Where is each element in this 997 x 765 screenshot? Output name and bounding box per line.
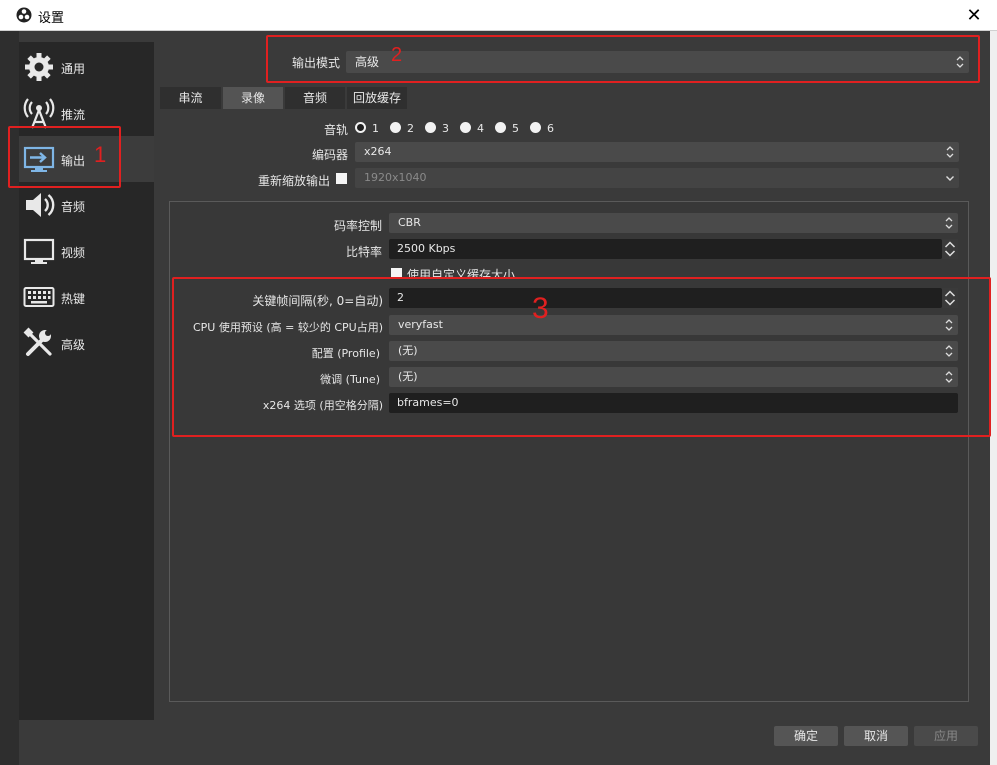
chevron-updown-icon — [942, 369, 956, 385]
tune-select[interactable]: (无) — [389, 367, 958, 387]
gear-icon — [25, 53, 53, 81]
encoder-select[interactable]: x264 — [355, 142, 959, 162]
sidebar-item-label: 热键 — [61, 292, 86, 306]
spin-arrows-icon — [944, 290, 956, 306]
tab-audio[interactable]: 音频 — [285, 87, 345, 109]
bitrate-label: 比特率 — [345, 245, 382, 259]
title-bar: 设置 ✕ — [0, 0, 997, 31]
track-label-3: 3 — [442, 122, 449, 135]
rate-control-label: 码率控制 — [333, 219, 382, 233]
monitor-icon — [23, 238, 55, 264]
output-mode-select[interactable]: 高级 — [346, 51, 969, 73]
track-radio-3[interactable] — [425, 122, 436, 133]
rescale-output-label: 重新缩放输出 — [257, 174, 330, 188]
rescale-resolution-value: 1920x1040 — [364, 171, 427, 184]
sidebar-item-label: 视频 — [61, 246, 86, 260]
track-radio-5[interactable] — [495, 122, 506, 133]
tab-replay-buffer[interactable]: 回放缓存 — [347, 87, 407, 109]
keyframe-interval-spinner[interactable] — [942, 288, 958, 308]
tune-label: 微调 (Tune) — [320, 373, 380, 386]
antenna-icon — [23, 98, 55, 129]
output-mode-label: 输出模式 — [291, 56, 340, 70]
sidebar-item-advanced[interactable]: 高级 — [19, 320, 154, 366]
tab-streaming[interactable]: 串流 — [160, 87, 221, 109]
sidebar-item-video[interactable]: 视频 — [19, 228, 154, 274]
sidebar-item-label: 通用 — [61, 62, 86, 76]
spin-arrows-icon — [944, 241, 956, 257]
profile-value: (无) — [398, 344, 418, 357]
chevron-updown-icon — [942, 317, 956, 333]
track-label-4: 4 — [477, 122, 484, 135]
close-icon: ✕ — [966, 5, 982, 26]
cpu-preset-value: veryfast — [398, 318, 443, 331]
settings-sidebar: 通用 推流 输出 音频 视频 热键 高级 — [19, 42, 154, 720]
track-radio-2[interactable] — [390, 122, 401, 133]
apply-button[interactable]: 应用 — [914, 726, 978, 746]
sidebar-item-general[interactable]: 通用 — [19, 44, 154, 90]
track-label-6: 6 — [547, 122, 554, 135]
chevron-updown-icon — [942, 343, 956, 359]
speaker-icon — [26, 193, 55, 217]
window-title: 设置 — [38, 11, 65, 26]
sidebar-item-label: 推流 — [61, 108, 86, 122]
chevron-updown-icon — [943, 144, 957, 160]
track-radio-1[interactable] — [355, 122, 366, 133]
tune-value: (无) — [398, 370, 418, 383]
annotation-number-1: 1 — [94, 142, 107, 167]
sidebar-item-audio[interactable]: 音频 — [19, 182, 154, 228]
obs-logo-icon — [16, 7, 32, 23]
keyboard-icon — [23, 287, 55, 307]
encoder-value: x264 — [364, 145, 392, 158]
cancel-button[interactable]: 取消 — [844, 726, 908, 746]
keyframe-interval-label: 关键帧间隔(秒, 0=自动) — [252, 294, 383, 308]
rescale-resolution-select[interactable]: 1920x1040 — [355, 168, 959, 188]
profile-label: 配置 (Profile) — [311, 347, 380, 360]
sidebar-item-output[interactable]: 输出 — [19, 136, 154, 182]
custom-buffer-label: 使用自定义缓存大小 — [407, 268, 516, 278]
encoder-settings-group — [169, 201, 969, 702]
tools-icon — [23, 327, 52, 356]
track-label-2: 2 — [407, 122, 414, 135]
custom-buffer-checkbox[interactable] — [391, 268, 402, 279]
rescale-output-checkbox[interactable] — [336, 173, 347, 184]
x264-options-label: x264 选项 (用空格分隔) — [262, 399, 383, 412]
track-radio-6[interactable] — [530, 122, 541, 133]
bitrate-input[interactable]: 2500 Kbps — [389, 239, 942, 259]
profile-select[interactable]: (无) — [389, 341, 958, 361]
sidebar-item-stream[interactable]: 推流 — [19, 90, 154, 136]
cpu-preset-select[interactable]: veryfast — [389, 315, 958, 335]
sidebar-item-label: 高级 — [61, 338, 86, 352]
rate-control-value: CBR — [398, 216, 421, 229]
close-button[interactable]: ✕ — [951, 0, 997, 31]
sidebar-item-label: 输出 — [61, 154, 86, 168]
track-label-1: 1 — [372, 122, 379, 135]
monitor-output-icon — [23, 146, 55, 172]
track-label-5: 5 — [512, 122, 519, 135]
sidebar-item-hotkeys[interactable]: 热键 — [19, 274, 154, 320]
chevron-updown-icon — [942, 215, 956, 231]
encoder-label: 编码器 — [311, 148, 348, 162]
background-window-edge — [0, 31, 19, 765]
keyframe-interval-input[interactable]: 2 — [389, 288, 942, 308]
x264-options-input[interactable]: bframes=0 — [389, 393, 958, 413]
chevron-updown-icon — [953, 54, 967, 70]
cpu-preset-label: CPU 使用预设 (高 = 较少的 CPU占用) — [192, 321, 383, 334]
annotation-number-3: 3 — [532, 292, 549, 325]
chevron-down-icon — [943, 170, 957, 186]
rate-control-select[interactable]: CBR — [389, 213, 958, 233]
tab-recording[interactable]: 录像 — [223, 87, 283, 109]
ok-button[interactable]: 确定 — [774, 726, 838, 746]
sidebar-item-label: 音频 — [61, 200, 86, 214]
audio-track-label: 音轨 — [323, 123, 348, 137]
bitrate-spinner[interactable] — [942, 239, 958, 259]
output-mode-value: 高级 — [355, 55, 380, 69]
background-window-edge-right — [990, 31, 997, 765]
annotation-number-2: 2 — [391, 44, 403, 66]
track-radio-4[interactable] — [460, 122, 471, 133]
